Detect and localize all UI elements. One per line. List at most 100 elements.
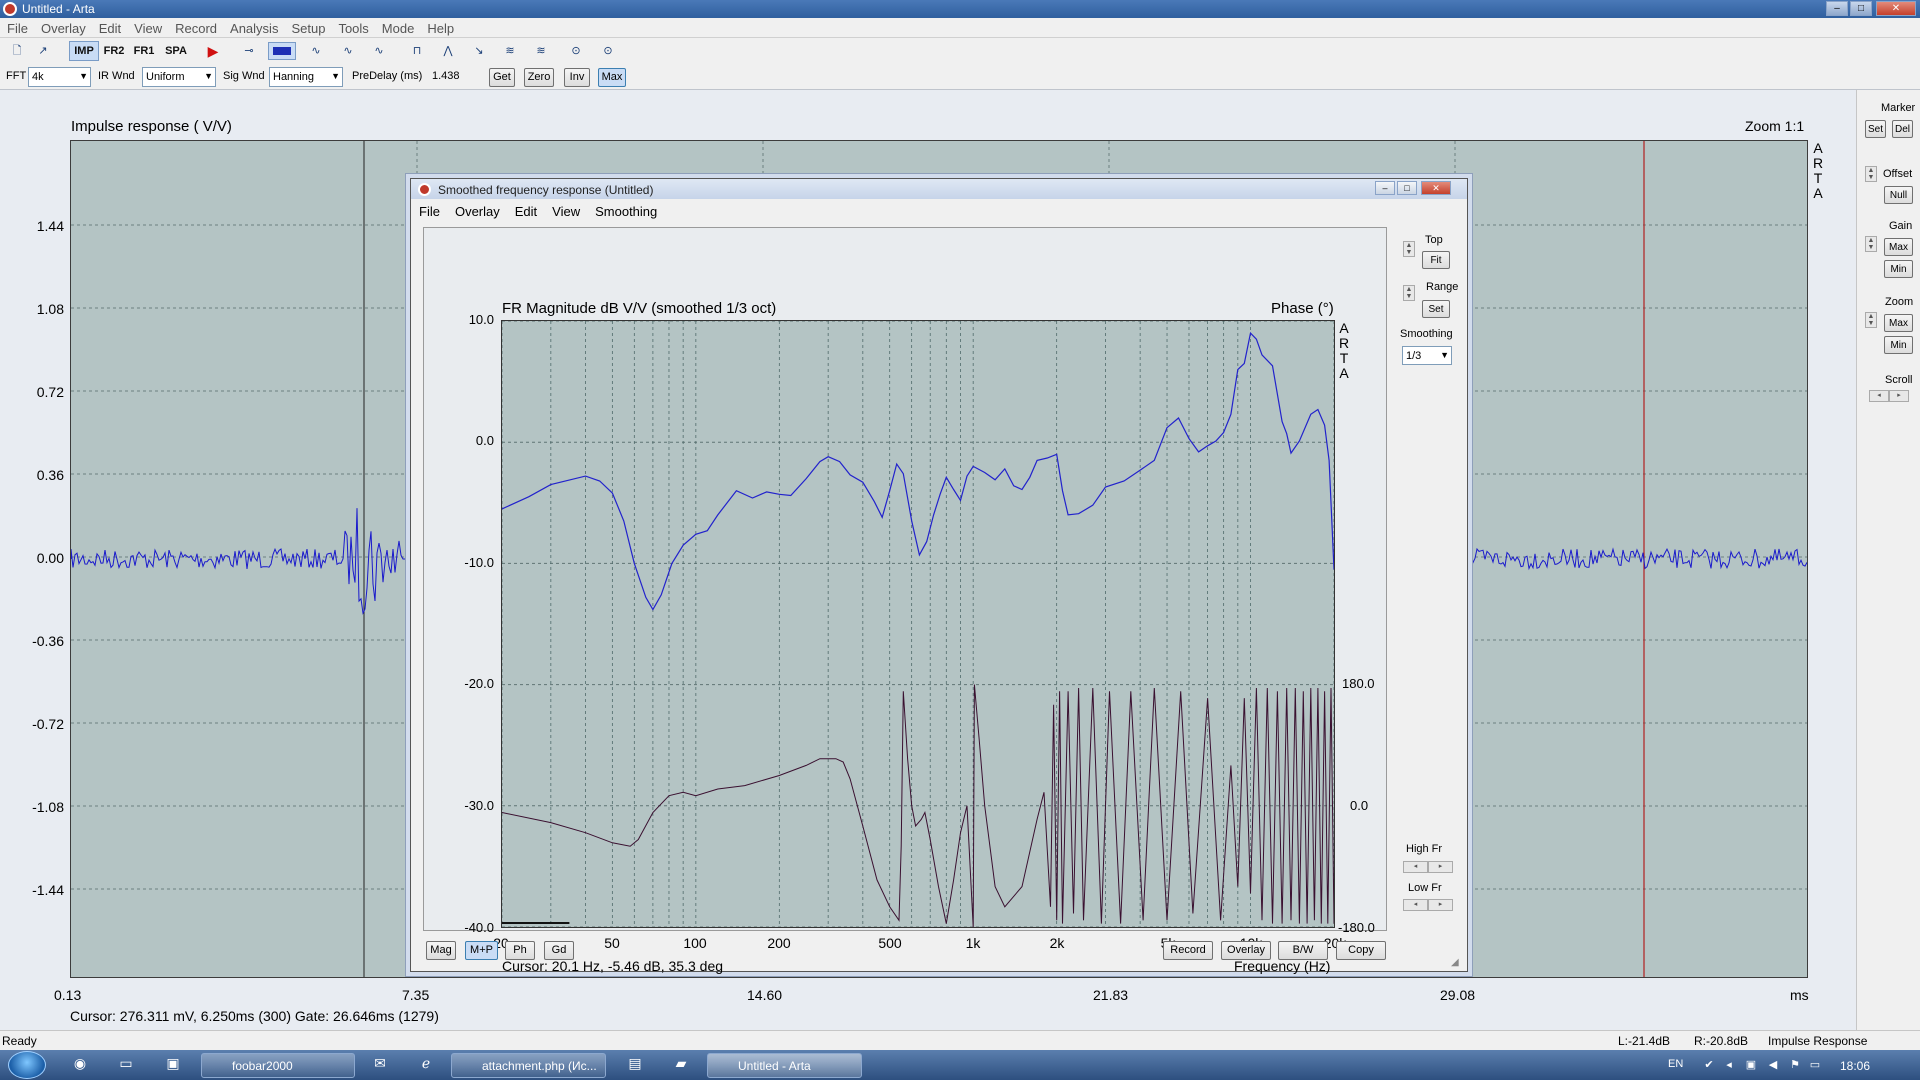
menu-analysis[interactable]: Analysis <box>223 18 284 36</box>
dfr-plot-icon[interactable]: ∿ <box>337 42 359 60</box>
taskbar-attachment[interactable]: attachment.php (Ис... <box>451 1053 606 1078</box>
ir-wnd-select[interactable]: Uniform ▼ <box>142 67 216 87</box>
document-icon[interactable]: ▤ <box>624 1055 646 1075</box>
high-fr-left-button[interactable]: ◂ <box>1403 861 1428 873</box>
fr-menu-view[interactable]: View <box>544 201 587 219</box>
mp-button[interactable]: M+P <box>465 941 498 960</box>
smoothing-select[interactable]: 1/3 ▼ <box>1402 346 1452 365</box>
sti-icon[interactable]: ⊙ <box>565 42 587 60</box>
marker-del-button[interactable]: Del <box>1892 120 1913 138</box>
explorer-icon[interactable]: ▭ <box>115 1055 137 1075</box>
fr-plot-area[interactable] <box>501 320 1335 928</box>
low-fr-left-button[interactable]: ◂ <box>1403 899 1428 911</box>
fr-close-button[interactable]: ✕ <box>1421 181 1451 195</box>
close-button[interactable]: ✕ <box>1876 1 1916 16</box>
offset-null-button[interactable]: Null <box>1884 186 1913 204</box>
gain-max-button[interactable]: Max <box>1884 238 1913 256</box>
tray-language[interactable]: EN <box>1668 1058 1683 1070</box>
gain-min-button[interactable]: Min <box>1884 260 1913 278</box>
offset-spin[interactable]: ▲ ▼ <box>1865 166 1877 182</box>
fr-menu-overlay[interactable]: Overlay <box>447 201 507 219</box>
rev-plot-icon[interactable]: ↘ <box>468 42 490 60</box>
low-fr-right-button[interactable]: ▸ <box>1428 899 1453 911</box>
spl-plot-icon[interactable]: ∿ <box>368 42 390 60</box>
sig-wnd-select[interactable]: Hanning ▼ <box>269 67 343 87</box>
menu-tools[interactable]: Tools <box>331 18 374 36</box>
etc-plot-icon[interactable]: ⋀ <box>437 42 459 60</box>
high-fr-right-button[interactable]: ▸ <box>1428 861 1453 873</box>
ir-x-unit: ms <box>1790 987 1809 1003</box>
probe-icon[interactable]: ⊸ <box>238 42 260 60</box>
rasti-icon[interactable]: ⊙ <box>597 42 619 60</box>
tray-flag-icon[interactable]: ⚑ <box>1788 1059 1802 1071</box>
utorrent-icon[interactable]: ◉ <box>69 1055 91 1075</box>
folder-icon[interactable]: ▰ <box>670 1055 692 1075</box>
fr-menu-edit[interactable]: Edit <box>507 201 544 219</box>
tray-clock[interactable]: 18:06 <box>1840 1059 1870 1073</box>
fr-menu-smoothing[interactable]: Smoothing <box>587 201 664 219</box>
maximize-button[interactable]: □ <box>1850 1 1872 16</box>
zoom-spin[interactable]: ▲ ▼ <box>1865 312 1877 328</box>
bw-button[interactable]: B/W <box>1278 941 1328 960</box>
menu-overlay[interactable]: Overlay <box>34 18 92 36</box>
tray-network-icon[interactable]: ▣ <box>1744 1059 1758 1071</box>
scroll-left-button[interactable]: ◂ <box>1869 390 1889 402</box>
signal-gen-icon[interactable] <box>268 42 296 60</box>
fr-minimize-button[interactable]: – <box>1375 181 1395 195</box>
zoom-min-button[interactable]: Min <box>1884 336 1913 354</box>
zoom-max-button[interactable]: Max <box>1884 314 1913 332</box>
fr-maximize-button[interactable]: □ <box>1397 181 1417 195</box>
taskbar-foobar2000[interactable]: foobar2000 <box>201 1053 355 1078</box>
step-plot-icon[interactable]: ⊓ <box>406 42 428 60</box>
mag-button[interactable]: Mag <box>426 941 456 960</box>
tray-monitor-icon[interactable]: ▭ <box>1808 1059 1822 1071</box>
max-button[interactable]: Max <box>598 68 626 87</box>
marker-set-button[interactable]: Set <box>1865 120 1886 138</box>
mode-imp-button[interactable]: IMP <box>69 41 99 61</box>
open-file-icon[interactable]: ↗ <box>32 42 54 60</box>
mode-spa-button[interactable]: SPA <box>161 41 191 61</box>
ph-button[interactable]: Ph <box>505 941 535 960</box>
minimize-button[interactable]: – <box>1826 1 1848 16</box>
menu-setup[interactable]: Setup <box>284 18 331 36</box>
mode-fr1-button[interactable]: FR1 <box>131 41 157 61</box>
csd-plot-icon[interactable]: ≋ <box>499 42 521 60</box>
copy-button[interactable]: Copy <box>1336 941 1386 960</box>
gain-spin[interactable]: ▲ ▼ <box>1865 236 1877 252</box>
fr-plot-icon[interactable]: ∿ <box>305 42 327 60</box>
menu-edit[interactable]: Edit <box>92 18 127 36</box>
top-spin[interactable]: ▲ ▼ <box>1403 241 1415 257</box>
tray-check-icon[interactable]: ✔ <box>1702 1059 1716 1071</box>
new-file-icon[interactable]: 🗋 <box>6 42 28 60</box>
window-icon[interactable]: ▣ <box>162 1055 184 1075</box>
fit-button[interactable]: Fit <box>1422 251 1450 269</box>
fr-menu-file[interactable]: File <box>411 201 447 219</box>
range-set-button[interactable]: Set <box>1422 300 1450 318</box>
ie-icon[interactable]: ℯ <box>415 1055 437 1075</box>
tray-volume-icon[interactable]: ◀ <box>1766 1059 1780 1071</box>
record-play-icon[interactable]: ▶ <box>202 42 224 60</box>
fr-overlay-button[interactable]: Overlay <box>1221 941 1271 960</box>
scroll-right-button[interactable]: ▸ <box>1889 390 1909 402</box>
gd-button[interactable]: Gd <box>544 941 574 960</box>
get-button[interactable]: Get <box>489 68 515 87</box>
menu-record[interactable]: Record <box>168 18 223 36</box>
start-button[interactable] <box>8 1051 46 1079</box>
taskbar-arta[interactable]: Untitled - Arta <box>707 1053 862 1078</box>
fft-select[interactable]: 4k ▼ <box>28 67 91 87</box>
menu-mode[interactable]: Mode <box>375 18 421 36</box>
range-spin[interactable]: ▲ ▼ <box>1403 285 1415 301</box>
predelay-input[interactable]: 1.438 <box>428 67 482 86</box>
zero-button[interactable]: Zero <box>524 68 554 87</box>
inv-button[interactable]: Inv <box>564 68 590 87</box>
menu-view[interactable]: View <box>127 18 168 36</box>
menu-help[interactable]: Help <box>420 18 460 36</box>
mail-icon[interactable]: ✉ <box>369 1055 391 1075</box>
menu-file[interactable]: File <box>0 18 34 36</box>
resize-grip-icon[interactable]: ◢ <box>1451 957 1459 968</box>
fft-label: FFT <box>6 70 27 82</box>
mode-fr2-button[interactable]: FR2 <box>101 41 127 61</box>
bd-plot-icon[interactable]: ≋ <box>530 42 552 60</box>
tray-arrow-icon[interactable]: ◂ <box>1722 1059 1736 1071</box>
fr-record-button[interactable]: Record <box>1163 941 1213 960</box>
